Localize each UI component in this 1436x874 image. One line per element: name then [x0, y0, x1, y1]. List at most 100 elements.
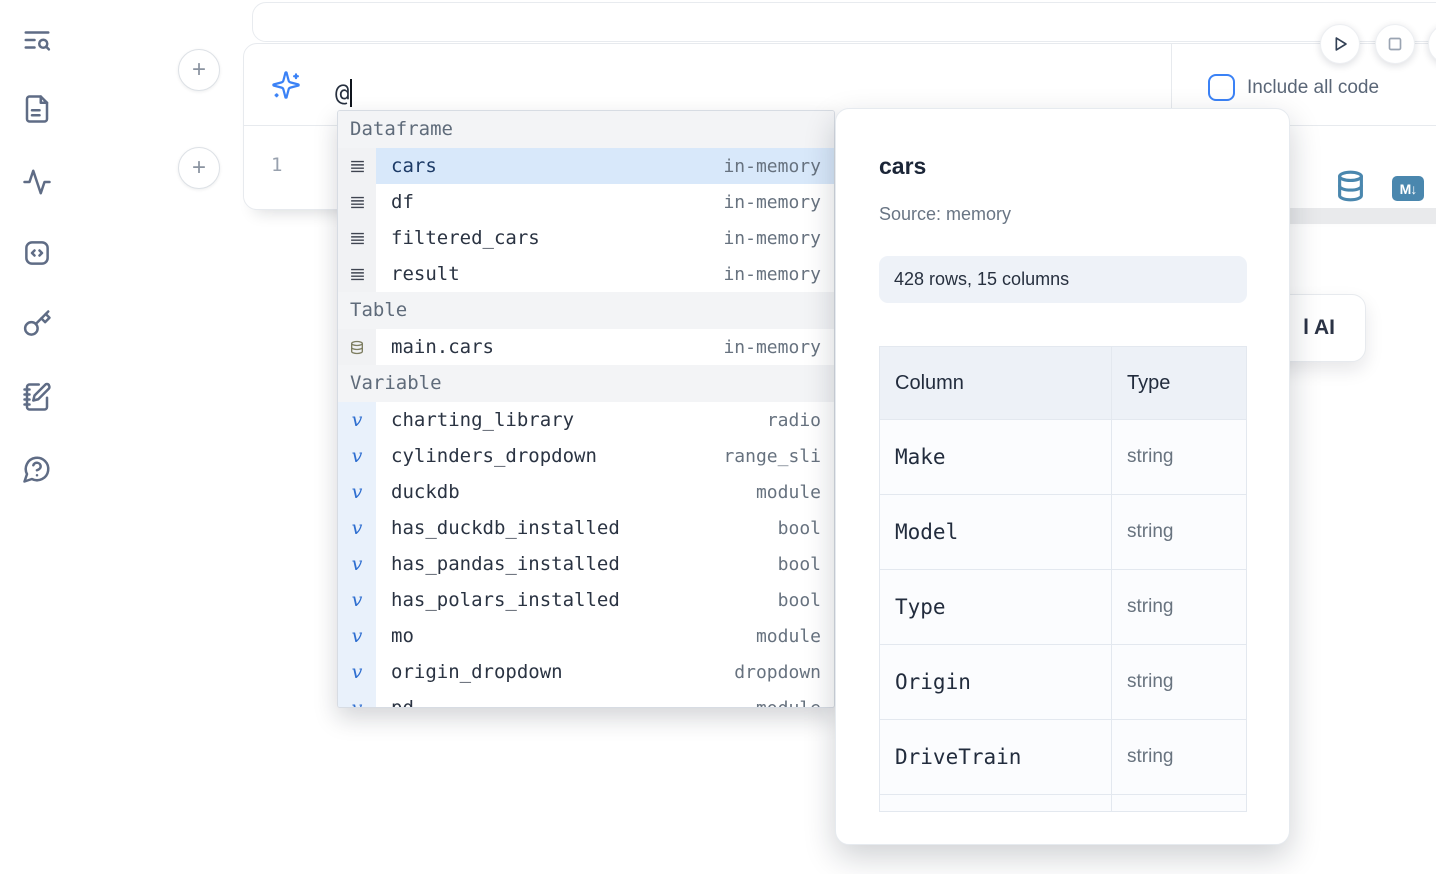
autocomplete-section-dataframe: Dataframe [338, 111, 834, 148]
autocomplete-item-pd[interactable]: vpd module [338, 690, 834, 708]
schema-col-type: string [1112, 570, 1246, 644]
schema-col-type: string [1112, 495, 1246, 569]
completion-name: cars [376, 155, 437, 177]
schema-col-type: string [1112, 645, 1246, 719]
completion-name: has_duckdb_installed [376, 517, 620, 539]
autocomplete-section-variable: Variable [338, 365, 834, 402]
completion-type: module [756, 482, 834, 503]
autocomplete-section-table: Table [338, 292, 834, 329]
autocomplete-item-duckdb[interactable]: vduckdb module [338, 474, 834, 510]
completion-name: pd [376, 697, 414, 708]
include-all-code-checkbox[interactable] [1208, 74, 1235, 101]
completion-type: in-memory [723, 192, 834, 213]
variable-v-icon: v [338, 690, 376, 708]
schema-header-type: Type [1112, 347, 1246, 419]
completion-name: mo [376, 625, 414, 647]
completion-type: range_sli [723, 446, 834, 467]
dataframe-rows-icon [338, 220, 376, 256]
marimo-notebook: + + @ Include all code 1 l AI M↓ [0, 0, 1436, 874]
line-number: 1 [271, 154, 282, 176]
schema-col-type: string [1112, 420, 1246, 494]
schema-row: DriveTrainstring [880, 720, 1246, 795]
database-icon[interactable] [1336, 169, 1365, 203]
schema-row: Originstring [880, 645, 1246, 720]
completion-type: radio [767, 410, 834, 431]
add-cell-above-button[interactable]: + [178, 49, 220, 91]
markdown-export-icon[interactable]: M↓ [1392, 176, 1424, 201]
ai-button-label-fragment: l AI [1303, 295, 1335, 361]
stop-button[interactable] [1375, 24, 1415, 64]
completion-type: dropdown [734, 662, 834, 683]
autocomplete-item-main.cars[interactable]: main.carsin-memory [338, 329, 834, 365]
schema-col-name: Origin [880, 645, 1112, 719]
variable-v-icon: v [338, 438, 376, 474]
completion-name: main.cars [376, 336, 494, 358]
ai-prompt-input[interactable]: @ [335, 79, 352, 107]
schema-row: Makestring [880, 420, 1246, 495]
completion-name: cylinders_dropdown [376, 445, 597, 467]
schema-col-type [1112, 795, 1246, 812]
schema-table: ColumnTypeMakestringModelstringTypestrin… [879, 346, 1247, 812]
add-cell-below-button[interactable]: + [178, 147, 220, 189]
autocomplete-item-has_pandas_installed[interactable]: vhas_pandas_installedbool [338, 546, 834, 582]
file-text-icon[interactable] [18, 90, 56, 128]
autocomplete-item-cylinders_dropdown[interactable]: vcylinders_dropdown range_sli [338, 438, 834, 474]
completion-name: has_polars_installed [376, 589, 620, 611]
autocomplete-item-df[interactable]: df in-memory [338, 184, 834, 220]
schema-col-name: DriveTrain [880, 720, 1112, 794]
autocomplete-item-charting_library[interactable]: vcharting_libraryradio [338, 402, 834, 438]
stop-icon [1384, 33, 1406, 55]
schema-col-type: string [1112, 720, 1246, 794]
schema-col-name [880, 795, 1112, 812]
include-all-code-label: Include all code [1247, 74, 1379, 101]
sparkles-icon [271, 70, 301, 100]
key-icon[interactable] [18, 305, 56, 343]
code-square-icon[interactable] [18, 234, 56, 272]
help-chat-icon[interactable] [18, 450, 56, 488]
prompt-value: @ [335, 79, 349, 107]
text-search-icon[interactable] [18, 21, 56, 59]
schema-header-column: Column [880, 347, 1112, 419]
panel-title: cars [879, 153, 926, 180]
dataframe-rows-icon [338, 184, 376, 220]
autocomplete-dropdown: Dataframecarsin-memorydfin-memoryfiltere… [337, 110, 835, 708]
schema-row [880, 795, 1246, 812]
completion-type: in-memory [723, 228, 834, 249]
previous-cell-fragment [252, 2, 1436, 42]
panel-source: Source: memory [879, 204, 1011, 225]
autocomplete-item-result[interactable]: resultin-memory [338, 256, 834, 292]
schema-col-name: Type [880, 570, 1112, 644]
completion-type: bool [778, 590, 834, 611]
run-cell-button[interactable] [1320, 24, 1360, 64]
completion-type: module [756, 626, 834, 647]
activity-icon[interactable] [18, 163, 56, 201]
autocomplete-item-has_polars_installed[interactable]: vhas_polars_installedbool [338, 582, 834, 618]
dataframe-rows-icon [338, 148, 376, 184]
sidebar [0, 0, 72, 874]
autocomplete-item-has_duckdb_installed[interactable]: vhas_duckdb_installed bool [338, 510, 834, 546]
variable-v-icon: v [338, 654, 376, 690]
autocomplete-list: Dataframecarsin-memorydfin-memoryfiltere… [338, 111, 834, 708]
autocomplete-item-cars[interactable]: carsin-memory [338, 148, 834, 184]
autocomplete-item-filtered_cars[interactable]: filtered_cars in-memory [338, 220, 834, 256]
autocomplete-item-mo[interactable]: vmo module [338, 618, 834, 654]
completion-name: df [376, 191, 414, 213]
text-cursor [350, 79, 352, 107]
schema-header-row: ColumnType [880, 347, 1246, 420]
schema-row: Modelstring [880, 495, 1246, 570]
completion-name: duckdb [376, 481, 460, 503]
dataframe-rows-icon [338, 256, 376, 292]
variable-v-icon: v [338, 618, 376, 654]
play-icon [1329, 33, 1351, 55]
autocomplete-item-origin_dropdown[interactable]: vorigin_dropdown dropdown [338, 654, 834, 690]
variable-v-icon: v [338, 474, 376, 510]
completion-type: module [756, 698, 834, 709]
variable-v-icon: v [338, 510, 376, 546]
completion-name: filtered_cars [376, 227, 540, 249]
completion-name: origin_dropdown [376, 661, 563, 683]
schema-col-name: Model [880, 495, 1112, 569]
notebook-pen-icon[interactable] [18, 378, 56, 416]
completion-type: bool [778, 518, 834, 539]
variable-v-icon: v [338, 402, 376, 438]
output-scrollbar-track[interactable] [1280, 208, 1436, 224]
